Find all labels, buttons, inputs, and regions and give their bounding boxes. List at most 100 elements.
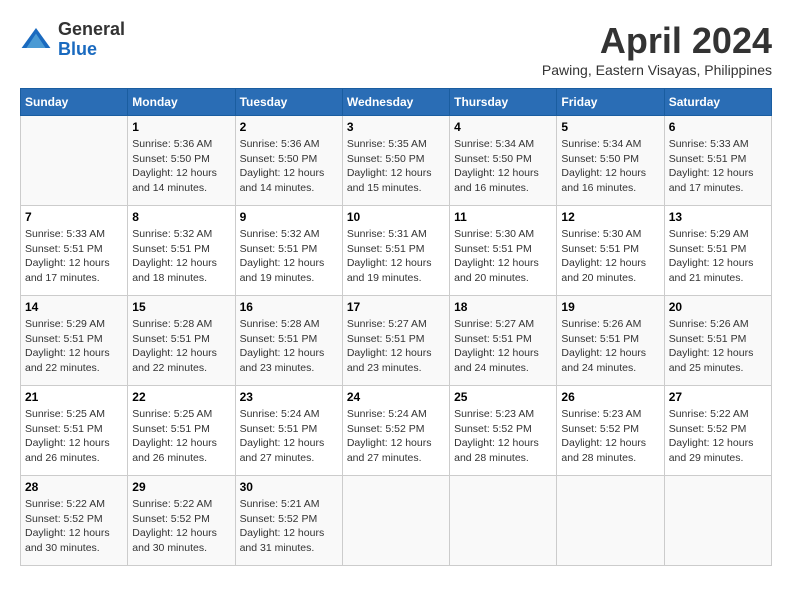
day-number: 23 (240, 390, 338, 404)
day-info: Sunrise: 5:24 AMSunset: 5:51 PMDaylight:… (240, 407, 338, 466)
logo-icon (20, 24, 52, 56)
logo-blue-text: Blue (58, 39, 97, 59)
day-info: Sunrise: 5:23 AMSunset: 5:52 PMDaylight:… (454, 407, 552, 466)
calendar-cell: 17 Sunrise: 5:27 AMSunset: 5:51 PMDayligh… (342, 296, 449, 386)
calendar-cell (450, 476, 557, 566)
calendar-cell (342, 476, 449, 566)
day-info: Sunrise: 5:25 AMSunset: 5:51 PMDaylight:… (132, 407, 230, 466)
day-info: Sunrise: 5:36 AMSunset: 5:50 PMDaylight:… (240, 137, 338, 196)
calendar-cell: 12Sunrise: 5:30 AMSunset: 5:51 PMDayligh… (557, 206, 664, 296)
calendar-cell: 14 Sunrise: 5:29 AMSunset: 5:51 PMDayligh… (21, 296, 128, 386)
day-info: Sunrise: 5:23 AMSunset: 5:52 PMDaylight:… (561, 407, 659, 466)
header-monday: Monday (128, 89, 235, 116)
day-info: Sunrise: 5:22 AMSunset: 5:52 PMDaylight:… (669, 407, 767, 466)
calendar-cell: 8Sunrise: 5:32 AMSunset: 5:51 PMDaylight… (128, 206, 235, 296)
day-info: Sunrise: 5:35 AMSunset: 5:50 PMDaylight:… (347, 137, 445, 196)
logo: General Blue (20, 20, 125, 60)
calendar-cell: 6 Sunrise: 5:33 AMSunset: 5:51 PMDaylight… (664, 116, 771, 206)
header-friday: Friday (557, 89, 664, 116)
day-info: Sunrise: 5:24 AMSunset: 5:52 PMDaylight:… (347, 407, 445, 466)
calendar-cell (664, 476, 771, 566)
day-number: 15 (132, 300, 230, 314)
calendar-cell: 5 Sunrise: 5:34 AMSunset: 5:50 PMDaylight… (557, 116, 664, 206)
header-saturday: Saturday (664, 89, 771, 116)
day-number: 14 (25, 300, 123, 314)
calendar-cell: 19 Sunrise: 5:26 AMSunset: 5:51 PMDayligh… (557, 296, 664, 386)
day-number: 8 (132, 210, 230, 224)
day-info: Sunrise: 5:29 AMSunset: 5:51 PMDaylight:… (25, 317, 123, 376)
day-number: 26 (561, 390, 659, 404)
day-number: 2 (240, 120, 338, 134)
day-number: 5 (561, 120, 659, 134)
day-number: 20 (669, 300, 767, 314)
page-header: General Blue April 2024 Pawing, Eastern … (20, 20, 772, 78)
day-info: Sunrise: 5:34 AMSunset: 5:50 PMDaylight:… (454, 137, 552, 196)
calendar-cell: 15 Sunrise: 5:28 AMSunset: 5:51 PMDayligh… (128, 296, 235, 386)
day-info: Sunrise: 5:27 AMSunset: 5:51 PMDaylight:… (454, 317, 552, 376)
calendar-header-row: SundayMondayTuesdayWednesdayThursdayFrid… (21, 89, 772, 116)
day-info: Sunrise: 5:21 AMSunset: 5:52 PMDaylight:… (240, 497, 338, 556)
day-info: Sunrise: 5:34 AMSunset: 5:50 PMDaylight:… (561, 137, 659, 196)
calendar-table: SundayMondayTuesdayWednesdayThursdayFrid… (20, 88, 772, 566)
calendar-cell: 3 Sunrise: 5:35 AMSunset: 5:50 PMDaylight… (342, 116, 449, 206)
calendar-cell: 29 Sunrise: 5:22 AMSunset: 5:52 PMDayligh… (128, 476, 235, 566)
day-number: 6 (669, 120, 767, 134)
day-info: Sunrise: 5:36 AMSunset: 5:50 PMDaylight:… (132, 137, 230, 196)
day-info: Sunrise: 5:32 AMSunset: 5:51 PMDaylight:… (240, 227, 338, 286)
day-number: 22 (132, 390, 230, 404)
day-number: 1 (132, 120, 230, 134)
day-number: 3 (347, 120, 445, 134)
calendar-cell: 2 Sunrise: 5:36 AMSunset: 5:50 PMDaylight… (235, 116, 342, 206)
day-number: 13 (669, 210, 767, 224)
day-number: 25 (454, 390, 552, 404)
calendar-cell: 18 Sunrise: 5:27 AMSunset: 5:51 PMDayligh… (450, 296, 557, 386)
calendar-cell: 21Sunrise: 5:25 AMSunset: 5:51 PMDayligh… (21, 386, 128, 476)
calendar-cell: 20 Sunrise: 5:26 AMSunset: 5:51 PMDayligh… (664, 296, 771, 386)
day-info: Sunrise: 5:31 AMSunset: 5:51 PMDaylight:… (347, 227, 445, 286)
day-info: Sunrise: 5:26 AMSunset: 5:51 PMDaylight:… (561, 317, 659, 376)
day-info: Sunrise: 5:33 AMSunset: 5:51 PMDaylight:… (669, 137, 767, 196)
calendar-cell: 22 Sunrise: 5:25 AMSunset: 5:51 PMDayligh… (128, 386, 235, 476)
day-info: Sunrise: 5:28 AMSunset: 5:51 PMDaylight:… (240, 317, 338, 376)
calendar-cell: 16 Sunrise: 5:28 AMSunset: 5:51 PMDayligh… (235, 296, 342, 386)
title-block: April 2024 Pawing, Eastern Visayas, Phil… (542, 20, 772, 78)
calendar-cell: 13 Sunrise: 5:29 AMSunset: 5:51 PMDayligh… (664, 206, 771, 296)
day-info: Sunrise: 5:30 AMSunset: 5:51 PMDaylight:… (561, 227, 659, 286)
day-number: 7 (25, 210, 123, 224)
day-number: 30 (240, 480, 338, 494)
day-number: 11 (454, 210, 552, 224)
calendar-cell: 4Sunrise: 5:34 AMSunset: 5:50 PMDaylight… (450, 116, 557, 206)
calendar-cell: 7Sunrise: 5:33 AMSunset: 5:51 PMDaylight… (21, 206, 128, 296)
calendar-cell: 9 Sunrise: 5:32 AMSunset: 5:51 PMDaylight… (235, 206, 342, 296)
calendar-cell (21, 116, 128, 206)
day-info: Sunrise: 5:28 AMSunset: 5:51 PMDaylight:… (132, 317, 230, 376)
logo-general-text: General (58, 19, 125, 39)
calendar-cell: 10 Sunrise: 5:31 AMSunset: 5:51 PMDayligh… (342, 206, 449, 296)
day-number: 27 (669, 390, 767, 404)
calendar-week-row: 1 Sunrise: 5:36 AMSunset: 5:50 PMDaylight… (21, 116, 772, 206)
day-info: Sunrise: 5:29 AMSunset: 5:51 PMDaylight:… (669, 227, 767, 286)
month-title: April 2024 (542, 20, 772, 62)
calendar-week-row: 21Sunrise: 5:25 AMSunset: 5:51 PMDayligh… (21, 386, 772, 476)
day-number: 16 (240, 300, 338, 314)
calendar-week-row: 14 Sunrise: 5:29 AMSunset: 5:51 PMDayligh… (21, 296, 772, 386)
calendar-cell: 24Sunrise: 5:24 AMSunset: 5:52 PMDayligh… (342, 386, 449, 476)
day-info: Sunrise: 5:26 AMSunset: 5:51 PMDaylight:… (669, 317, 767, 376)
day-info: Sunrise: 5:27 AMSunset: 5:51 PMDaylight:… (347, 317, 445, 376)
calendar-cell: 25 Sunrise: 5:23 AMSunset: 5:52 PMDayligh… (450, 386, 557, 476)
day-number: 18 (454, 300, 552, 314)
day-info: Sunrise: 5:22 AMSunset: 5:52 PMDaylight:… (132, 497, 230, 556)
header-sunday: Sunday (21, 89, 128, 116)
calendar-cell: 27 Sunrise: 5:22 AMSunset: 5:52 PMDayligh… (664, 386, 771, 476)
day-number: 17 (347, 300, 445, 314)
calendar-cell: 11Sunrise: 5:30 AMSunset: 5:51 PMDayligh… (450, 206, 557, 296)
day-number: 29 (132, 480, 230, 494)
calendar-cell: 23 Sunrise: 5:24 AMSunset: 5:51 PMDayligh… (235, 386, 342, 476)
day-info: Sunrise: 5:25 AMSunset: 5:51 PMDaylight:… (25, 407, 123, 466)
calendar-cell (557, 476, 664, 566)
calendar-cell: 30 Sunrise: 5:21 AMSunset: 5:52 PMDayligh… (235, 476, 342, 566)
calendar-week-row: 28Sunrise: 5:22 AMSunset: 5:52 PMDayligh… (21, 476, 772, 566)
day-number: 9 (240, 210, 338, 224)
day-number: 10 (347, 210, 445, 224)
day-number: 19 (561, 300, 659, 314)
